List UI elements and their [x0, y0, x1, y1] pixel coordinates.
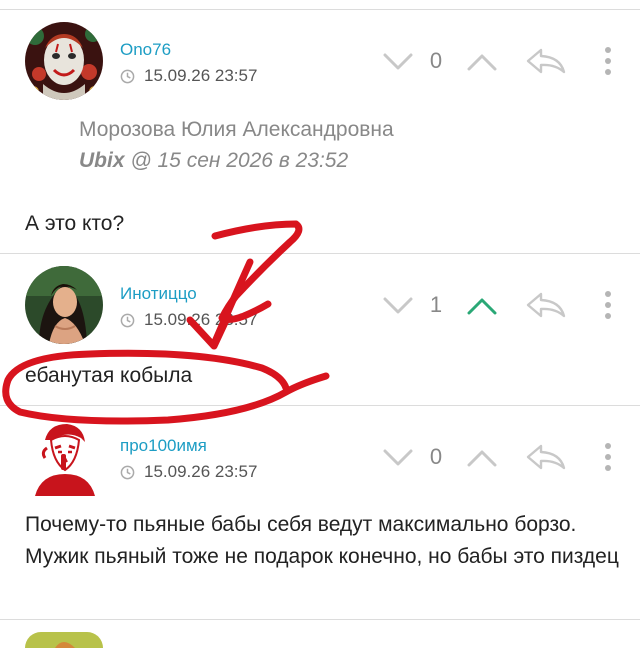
vote-score: 0 — [429, 48, 443, 73]
comment-author[interactable]: Инотиццо — [120, 284, 197, 304]
comment-date: 15.09.26 23:57 — [144, 66, 258, 85]
clown-avatar — [25, 22, 103, 100]
clock-icon — [120, 465, 135, 479]
more-icon[interactable] — [604, 46, 612, 76]
comment-3: про100имя 15.09.26 23:57 0 Почему-то пья… — [0, 406, 640, 618]
avatar[interactable] — [25, 632, 103, 648]
avatar[interactable] — [25, 22, 103, 100]
vote-up-icon[interactable] — [467, 448, 497, 468]
quote-source-user[interactable]: Ubix — [79, 149, 125, 172]
reply-icon[interactable] — [525, 47, 567, 75]
more-icon[interactable] — [604, 442, 612, 472]
comment-text: А это кто? — [25, 212, 125, 235]
comment-2: Инотиццо 15.09.26 23:57 1 ебанутая кобыл… — [0, 254, 640, 404]
comment-date: 15.09.26 23:57 — [144, 310, 258, 329]
comment-1: Ono76 15.09.26 23:57 0 Морозова Юлия Але… — [0, 0, 640, 252]
vote-score: 1 — [429, 292, 443, 317]
more-icon[interactable] — [604, 290, 612, 320]
vote-up-icon[interactable] — [467, 296, 497, 316]
vote-down-icon[interactable] — [383, 448, 413, 468]
comment-divider — [0, 619, 640, 620]
comment-meta: 15.09.26 23:57 — [120, 310, 257, 330]
vote-up-icon[interactable] — [467, 52, 497, 72]
reply-icon[interactable] — [525, 291, 567, 319]
avatar[interactable] — [25, 418, 103, 496]
quote-source[interactable]: Ubix @ 15 сен 2026 в 23:52 — [79, 149, 348, 173]
vote-down-icon[interactable] — [383, 296, 413, 316]
reply-icon[interactable] — [525, 443, 567, 471]
comment-text: Почему-то пьяные бабы себя ведут максима… — [25, 513, 619, 568]
red-silhouette-avatar — [25, 418, 103, 496]
next-avatar-partial — [25, 632, 103, 648]
avatar[interactable] — [25, 266, 103, 344]
comment-author[interactable]: про100имя — [120, 436, 207, 456]
woman-portrait-avatar — [25, 266, 103, 344]
comment-meta: 15.09.26 23:57 — [120, 462, 257, 482]
clock-icon — [120, 313, 135, 327]
clock-icon — [120, 69, 135, 83]
comment-meta: 15.09.26 23:57 — [120, 66, 257, 86]
vote-down-icon[interactable] — [383, 52, 413, 72]
comment-author[interactable]: Ono76 — [120, 40, 171, 60]
comment-date: 15.09.26 23:57 — [144, 462, 258, 481]
vote-score: 0 — [429, 444, 443, 469]
comment-text: ебанутая кобыла — [25, 364, 193, 387]
quote-source-time: @ 15 сен 2026 в 23:52 — [124, 149, 349, 172]
quote-author: Морозова Юлия Александровна — [79, 118, 394, 141]
